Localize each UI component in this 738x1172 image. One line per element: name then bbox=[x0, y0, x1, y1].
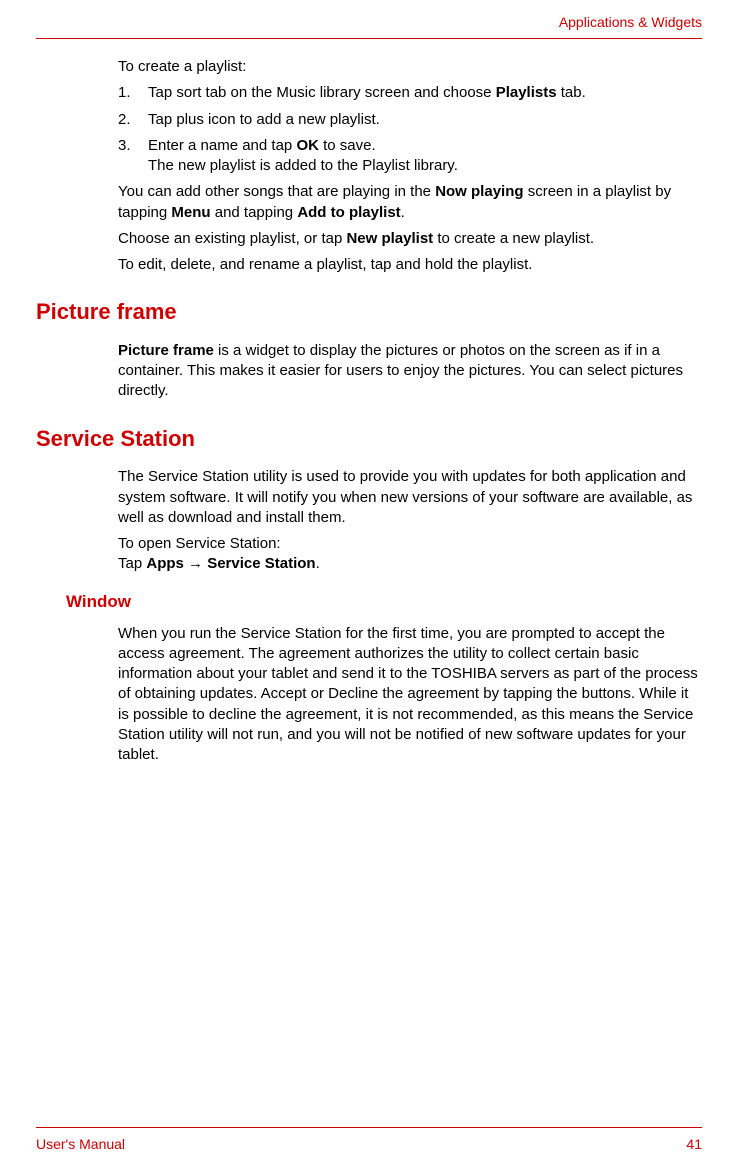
intro-paragraph: To create a playlist: bbox=[118, 57, 702, 77]
page-header: Applications & Widgets bbox=[36, 14, 702, 39]
list-item: 1. Tap sort tab on the Music library scr… bbox=[118, 83, 702, 103]
section-heading-picture-frame: Picture frame bbox=[36, 297, 702, 327]
page-footer: User's Manual 41 bbox=[36, 1127, 702, 1152]
footer-page-number: 41 bbox=[686, 1136, 702, 1152]
list-number: 3. bbox=[118, 136, 148, 177]
list-item: 3. Enter a name and tap OK to save. The … bbox=[118, 136, 702, 177]
ordered-list: 1. Tap sort tab on the Music library scr… bbox=[118, 83, 702, 176]
paragraph: The Service Station utility is used to p… bbox=[118, 467, 702, 528]
paragraph: When you run the Service Station for the… bbox=[118, 624, 702, 766]
subsection-heading-window: Window bbox=[66, 591, 702, 614]
paragraph: You can add other songs that are playing… bbox=[118, 182, 702, 223]
footer-left: User's Manual bbox=[36, 1136, 125, 1152]
paragraph: Choose an existing playlist, or tap New … bbox=[118, 229, 702, 249]
list-text: Enter a name and tap OK to save. The new… bbox=[148, 136, 702, 177]
list-text: Tap plus icon to add a new playlist. bbox=[148, 110, 702, 130]
list-text: Tap sort tab on the Music library screen… bbox=[148, 83, 702, 103]
paragraph: To edit, delete, and rename a playlist, … bbox=[118, 255, 702, 275]
list-item: 2. Tap plus icon to add a new playlist. bbox=[118, 110, 702, 130]
list-number: 2. bbox=[118, 110, 148, 130]
section-heading-service-station: Service Station bbox=[36, 424, 702, 454]
page-content: To create a playlist: 1. Tap sort tab on… bbox=[36, 57, 702, 1127]
header-title: Applications & Widgets bbox=[559, 14, 702, 30]
paragraph: To open Service Station: Tap Apps → Serv… bbox=[118, 534, 702, 575]
list-number: 1. bbox=[118, 83, 148, 103]
paragraph: Picture frame is a widget to display the… bbox=[118, 341, 702, 402]
